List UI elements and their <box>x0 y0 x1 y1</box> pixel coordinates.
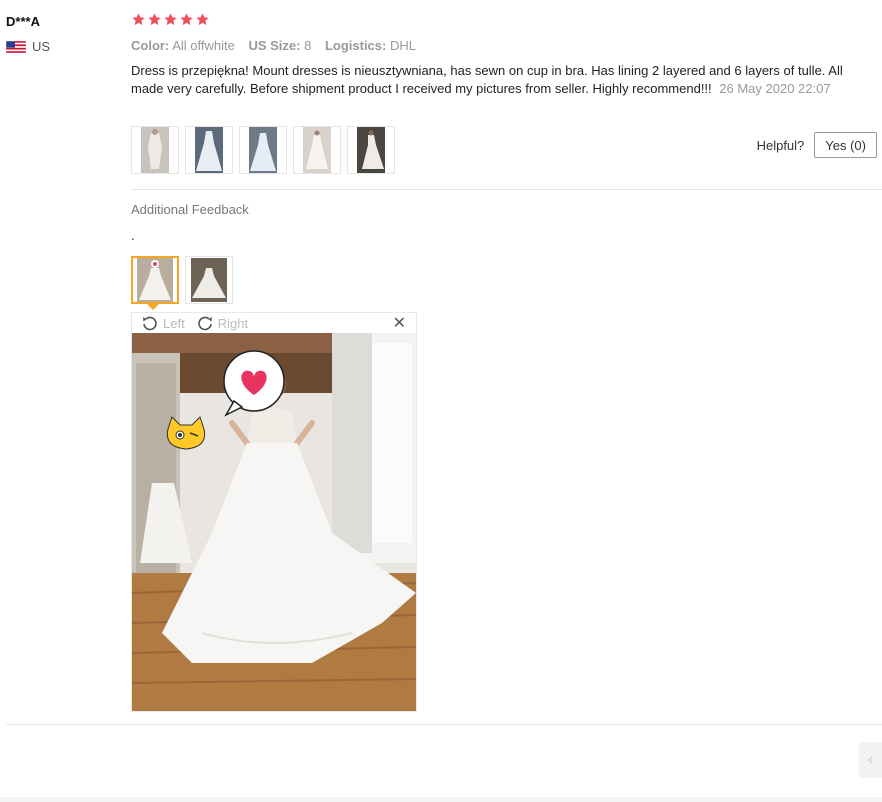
rotate-right-button[interactable]: Right <box>197 315 248 331</box>
review-body: Dress is przepiękna! Mount dresses is ni… <box>131 62 861 98</box>
us-flag-icon <box>6 40 26 53</box>
star-icon <box>164 13 177 26</box>
review-photo-thumbnails <box>131 126 395 174</box>
image-viewer: Left Right ✕ <box>131 312 417 712</box>
review-photo-thumb[interactable] <box>239 126 287 174</box>
rotate-right-icon <box>197 316 212 331</box>
star-icon <box>196 13 209 26</box>
dress-photo-thumbnail <box>357 127 385 173</box>
dress-photo-thumbnail <box>141 127 169 173</box>
attr-color-value: All offwhite <box>172 38 235 53</box>
rotate-left-label: Left <box>163 315 185 331</box>
attr-logistics-key: Logistics: <box>324 38 387 53</box>
rating-stars <box>131 12 210 27</box>
attr-size-value: 8 <box>304 38 312 53</box>
reviewer-country: US <box>6 39 50 54</box>
country-code: US <box>32 39 51 54</box>
divider <box>6 724 882 725</box>
rotate-right-label: Right <box>217 315 249 331</box>
additional-photo-thumb[interactable] <box>185 256 233 304</box>
review-date: 26 May 2020 22:07 <box>719 81 831 96</box>
review-photo-thumb[interactable] <box>293 126 341 174</box>
reviewer-name: D***A <box>6 14 40 29</box>
dress-photo-thumbnail <box>137 258 173 302</box>
star-icon <box>148 13 161 26</box>
page-bottom-border <box>0 797 882 802</box>
attr-size-key: US Size: <box>248 38 301 53</box>
dress-photo-thumbnail <box>191 258 227 302</box>
additional-photo-thumb-selected[interactable] <box>131 256 179 304</box>
dress-photo-thumbnail <box>303 127 331 173</box>
dress-photo-large <box>132 333 416 711</box>
attr-logistics-value: DHL <box>389 38 416 53</box>
attr-color-key: Color: <box>131 38 170 53</box>
dress-photo-thumbnail <box>195 127 223 173</box>
helpful-section: Helpful? Yes (0) <box>757 132 877 158</box>
review-photo-thumb[interactable] <box>185 126 233 174</box>
additional-photo-thumbnails <box>131 256 233 304</box>
rotate-left-button[interactable]: Left <box>142 315 185 331</box>
dress-photo-thumbnail <box>249 127 277 173</box>
helpful-label: Helpful? <box>756 137 805 153</box>
viewer-toolbar: Left Right ✕ <box>132 313 416 333</box>
close-viewer-button[interactable]: ✕ <box>393 313 406 333</box>
star-icon <box>180 13 193 26</box>
review-photo-thumb[interactable] <box>347 126 395 174</box>
divider <box>131 189 882 190</box>
review-photo-thumb[interactable] <box>131 126 179 174</box>
selected-thumb-caret <box>147 304 159 310</box>
side-scroll-tab[interactable]: ‹ <box>859 742 882 778</box>
additional-feedback-title: Additional Feedback <box>131 202 249 217</box>
star-icon <box>132 13 145 26</box>
order-attributes: Color: All offwhite US Size: 8 Logistics… <box>131 38 426 53</box>
rotate-left-icon <box>143 316 157 331</box>
helpful-yes-button[interactable]: Yes (0) <box>814 132 877 158</box>
additional-feedback-text: . <box>131 228 135 243</box>
